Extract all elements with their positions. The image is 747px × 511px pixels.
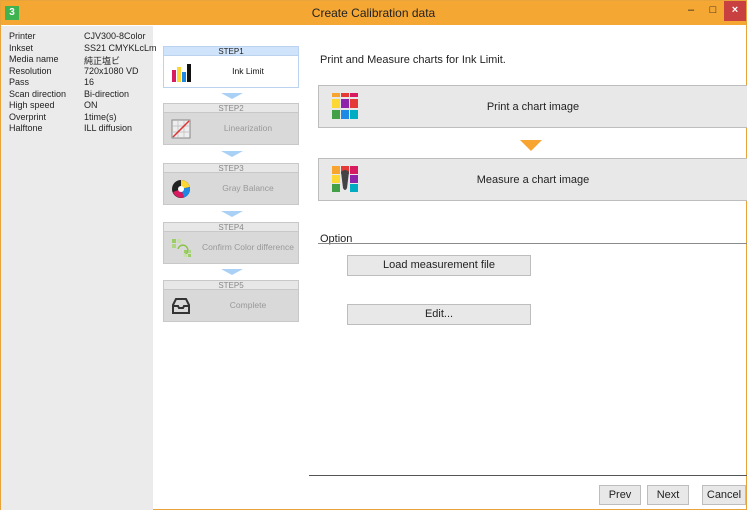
step-number: STEP3 [163, 163, 299, 173]
step-body: Ink Limit [163, 56, 299, 88]
info-value: CJV300-8Color [84, 31, 146, 41]
info-key: Media name [9, 54, 59, 64]
print-chart-button[interactable]: Print a chart image [318, 85, 747, 128]
printer-info-panel: Printer CJV300-8Color Inkset SS21 CMYKLcLm… [1, 26, 157, 510]
info-key: Overprint [9, 111, 47, 122]
info-value: ILL diffusion [84, 123, 133, 133]
info-value: ON [84, 100, 98, 110]
page-heading: Print and Measure charts for Ink Limit. [320, 54, 506, 66]
step-label: Ink Limit [232, 66, 264, 76]
tray-icon [172, 298, 190, 314]
step-body: Complete [163, 290, 299, 322]
info-row-overprint: Overprint 1time(s) [9, 112, 153, 124]
info-value: 1time(s) [84, 111, 117, 122]
info-row-pass: Pass 16 [9, 77, 153, 89]
load-measurement-button[interactable]: Load measurement file [347, 255, 531, 276]
info-row-resolution: Resolution 720x1080 VD [9, 66, 153, 78]
step-number: STEP1 [163, 46, 299, 56]
step-number: STEP5 [163, 280, 299, 290]
info-row-printer: Printer CJV300-8Color [9, 31, 153, 43]
step-arrow-icon [221, 211, 243, 217]
measure-chart-button[interactable]: Measure a chart image [318, 158, 747, 201]
calibration-window: 3 Create Calibration data – □ × Printer C… [0, 0, 747, 510]
linearization-icon [171, 119, 191, 139]
step-gray-balance[interactable]: STEP3 Gray Balance [163, 163, 299, 205]
step-number: STEP4 [163, 222, 299, 232]
info-value: 720x1080 VD [84, 65, 139, 76]
flow-arrow-icon [520, 140, 542, 151]
ink-bars-icon [172, 64, 191, 82]
step-label: Complete [229, 300, 267, 310]
step-arrow-icon [221, 93, 243, 99]
info-key: Printer [9, 31, 36, 41]
step-label: Confirm Color difference [202, 242, 294, 252]
title-bar[interactable]: 3 Create Calibration data – □ × [1, 1, 746, 25]
option-divider [318, 243, 747, 244]
info-key: Halftone [9, 123, 43, 133]
color-compare-icon [172, 239, 191, 257]
step-number: STEP2 [163, 103, 299, 113]
info-value: 16 [84, 77, 95, 87]
step-linearization[interactable]: STEP2 Linearization [163, 103, 299, 145]
step-body: Gray Balance [163, 173, 299, 205]
step-complete[interactable]: STEP5 Complete [163, 280, 299, 322]
info-row-inkset: Inkset SS21 CMYKLcLm [9, 42, 157, 55]
next-button[interactable]: Next [647, 485, 689, 505]
info-row-high-speed: High speed ON [9, 100, 153, 112]
info-row-media-name: Media name 純正塩ビ [9, 54, 153, 66]
info-key: Scan direction [9, 88, 67, 99]
color-wheel-icon [172, 179, 191, 198]
step-body: Confirm Color difference [163, 232, 299, 264]
info-key: Resolution [9, 65, 52, 76]
step-body: Linearization [163, 113, 299, 145]
info-value: Bi-direction [84, 88, 130, 99]
maximize-button[interactable]: □ [703, 1, 723, 21]
cancel-button[interactable]: Cancel [702, 485, 746, 505]
close-button[interactable]: × [724, 1, 746, 21]
info-key: High speed [9, 100, 55, 110]
info-key: Inkset [9, 42, 34, 53]
step-label: Gray Balance [222, 183, 274, 193]
info-key: Pass [9, 77, 30, 87]
window-title: Create Calibration data [311, 6, 436, 20]
measure-chart-label: Measure a chart image [476, 174, 590, 186]
print-chart-label: Print a chart image [486, 101, 580, 113]
prev-button[interactable]: Prev [599, 485, 641, 505]
step-arrow-icon [221, 151, 243, 157]
footer-divider [309, 475, 747, 476]
step-confirm-color-difference[interactable]: STEP4 Confirm Color difference [163, 222, 299, 264]
info-row-scan-direction: Scan direction Bi-direction [9, 89, 153, 101]
step-arrow-icon [221, 269, 243, 275]
info-value: SS21 CMYKLcLm [84, 42, 157, 53]
step-ink-limit[interactable]: STEP1 Ink Limit [163, 46, 299, 88]
info-row-halftone: Halftone ILL diffusion [9, 123, 153, 135]
main-content: Print and Measure charts for Ink Limit. … [309, 26, 747, 511]
step-label: Linearization [223, 123, 273, 133]
edit-button[interactable]: Edit... [347, 304, 531, 325]
minimize-button[interactable]: – [681, 1, 701, 21]
